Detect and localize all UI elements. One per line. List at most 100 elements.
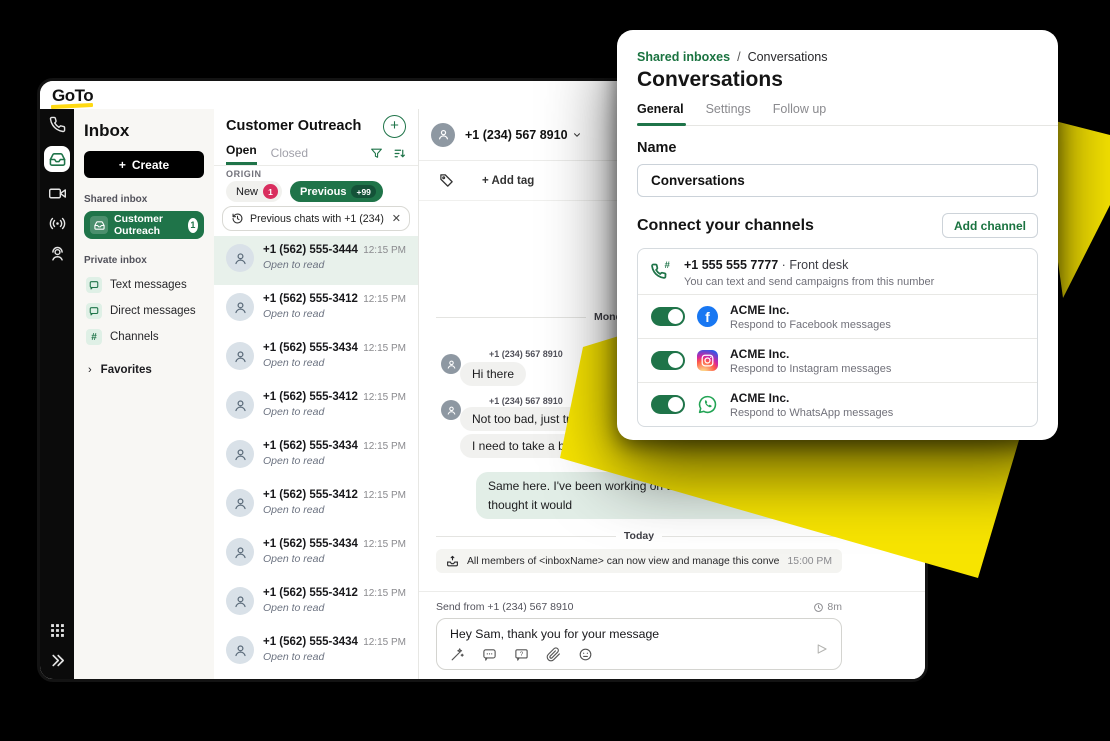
avatar: [431, 123, 455, 147]
svg-text:#: #: [665, 261, 671, 271]
tab-settings[interactable]: Settings: [706, 102, 751, 125]
channel-company: ACME Inc.: [730, 391, 893, 405]
collapse-chevrons-icon[interactable]: [49, 652, 66, 669]
conversation-row[interactable]: +1 (562) 555-344412:15 PMOpen to read: [214, 236, 418, 285]
conversation-row[interactable]: +1 (562) 555-343412:15 PMOpen to read: [214, 334, 418, 383]
sidebar-item-direct-messages[interactable]: Direct messages: [84, 298, 204, 324]
active-filter-bar[interactable]: Previous chats with +1 (234) 567-8900 ✕: [222, 206, 410, 231]
row-status: Open to read: [263, 553, 406, 565]
video-icon[interactable]: [49, 185, 66, 202]
channels-card: # +1 555 555 7777 · Front desk You can t…: [637, 248, 1038, 427]
instagram-toggle[interactable]: [651, 351, 685, 370]
conversation-row[interactable]: +1 (562) 555-341212:15 PMOpen to read: [214, 285, 418, 334]
conversation-row[interactable]: +1 (562) 555-341212:15 PMOpen to read: [214, 481, 418, 530]
row-status: Open to read: [263, 651, 406, 663]
conversation-row[interactable]: +1 (562) 555-3434 12:15 PM Open to read: [214, 628, 418, 677]
settings-overlay-card: Shared inboxes / Conversations Conversat…: [617, 30, 1058, 440]
row-status: Open to read: [263, 406, 406, 418]
inbox-icon: [49, 151, 66, 168]
broadcast-icon[interactable]: [49, 215, 66, 232]
row-status: Open to read: [263, 455, 406, 467]
avatar: [441, 354, 461, 374]
avatar: [226, 342, 254, 370]
emoji-icon[interactable]: [578, 647, 593, 662]
phone-icon[interactable]: [49, 116, 66, 133]
phone-channel-row: # +1 555 555 7777 · Front desk You can t…: [638, 249, 1037, 294]
plus-icon: +: [119, 158, 126, 172]
message-input[interactable]: Hey Sam, thank you for your message ?: [436, 618, 842, 670]
new-conversation-button[interactable]: +: [383, 115, 406, 138]
sidebar-item-label: Channels: [110, 331, 159, 343]
channel-company: ACME Inc.: [730, 303, 891, 317]
send-from-label: Send from +1 (234) 567 8910: [436, 601, 573, 613]
tab-open[interactable]: Open: [226, 143, 257, 165]
whatsapp-toggle[interactable]: [651, 395, 685, 414]
row-phone: +1 (562) 555-3434: [263, 440, 358, 452]
hash-icon: #: [86, 329, 102, 345]
name-input[interactable]: [637, 164, 1038, 197]
support-agent-icon[interactable]: [49, 245, 66, 262]
apps-grid-icon[interactable]: [49, 622, 66, 639]
close-icon[interactable]: ✕: [392, 212, 401, 225]
row-phone: +1 (562) 555-3412: [263, 587, 358, 599]
avatar: [226, 489, 254, 517]
origin-label: ORIGIN: [226, 169, 406, 178]
filter-funnel-icon[interactable]: [370, 147, 383, 160]
sidebar-item-customer-outreach[interactable]: Customer Outreach 1: [84, 211, 204, 239]
chip-previous[interactable]: Previous+99: [290, 181, 383, 202]
conversation-list: +1 (562) 555-344412:15 PMOpen to read +1…: [214, 236, 418, 679]
send-button[interactable]: [815, 642, 829, 661]
sidebar-item-channels[interactable]: # Channels: [84, 324, 204, 350]
ai-wand-icon[interactable]: [450, 647, 465, 662]
avatar: [226, 391, 254, 419]
sort-icon[interactable]: [393, 147, 406, 160]
channels-heading: Connect your channels: [637, 217, 814, 235]
nav-rail: [40, 109, 74, 679]
row-status: Open to read: [263, 308, 406, 320]
conversation-row[interactable]: +1 (562) 555-341212:15 PMOpen to read: [214, 677, 418, 679]
facebook-icon: f: [697, 306, 718, 327]
tag-icon: [439, 173, 454, 188]
chip-new[interactable]: New1: [226, 181, 282, 202]
message-sender: +1 (234) 567 8910: [489, 349, 563, 359]
incoming-message-bubble: I need to take a break from: [460, 434, 622, 458]
divider-line: [436, 317, 586, 318]
tab-closed[interactable]: Closed: [271, 146, 308, 165]
comment-icon[interactable]: [482, 647, 497, 662]
row-time: 12:15 PM: [363, 637, 406, 648]
conversation-row[interactable]: +1 (562) 555-343412:15 PMOpen to read: [214, 432, 418, 481]
phone-channel-description: You can text and send campaigns from thi…: [684, 276, 934, 288]
channel-description: Respond to Facebook messages: [730, 319, 891, 331]
instagram-icon: [697, 350, 718, 371]
history-clock-icon: [231, 212, 244, 225]
conversation-row[interactable]: +1 (562) 555-341212:15 PMOpen to read: [214, 579, 418, 628]
goto-logo-text: GoTo: [52, 86, 93, 105]
tab-general[interactable]: General: [637, 102, 684, 125]
channel-description: Respond to Instagram messages: [730, 363, 891, 375]
row-phone: +1 (562) 555-3434: [263, 636, 358, 648]
tab-follow-up[interactable]: Follow up: [773, 102, 827, 125]
conversation-row[interactable]: +1 (562) 555-343412:15 PMOpen to read: [214, 530, 418, 579]
add-tag-button[interactable]: + Add tag: [482, 175, 534, 187]
facebook-toggle[interactable]: [651, 307, 685, 326]
inbox-nav-active[interactable]: [44, 146, 70, 172]
outgoing-line-1: Same here. I've been working on this pro…: [488, 477, 836, 496]
favorites-toggle[interactable]: ›Favorites: [84, 364, 204, 376]
sidebar-item-label: Direct messages: [110, 305, 196, 317]
attachment-icon[interactable]: [546, 647, 561, 662]
add-channel-button[interactable]: Add channel: [942, 213, 1038, 238]
page-background: GoTo Inbox +Create Shared inbox Customer: [0, 0, 1110, 741]
unread-badge: 1: [188, 218, 198, 233]
sidebar-item-text-messages[interactable]: Text messages: [84, 272, 204, 298]
conversation-list-panel: Customer Outreach + Open Closed ORIGIN N…: [214, 109, 419, 679]
chat-contact-dropdown[interactable]: +1 (234) 567 8910: [465, 128, 582, 142]
system-banner: All members of <inboxName> can now view …: [436, 549, 842, 573]
conversation-row[interactable]: +1 (562) 555-341212:15 PMOpen to read: [214, 383, 418, 432]
compose-area: Send from +1 (234) 567 8910 8m Hey Sam, …: [419, 591, 925, 679]
divider-line: [662, 536, 842, 537]
breadcrumb-shared-inboxes[interactable]: Shared inboxes: [637, 50, 730, 64]
message-input-text: Hey Sam, thank you for your message: [450, 627, 659, 641]
template-icon[interactable]: ?: [514, 647, 529, 662]
clock-icon: [813, 602, 824, 613]
create-button[interactable]: +Create: [84, 151, 204, 178]
